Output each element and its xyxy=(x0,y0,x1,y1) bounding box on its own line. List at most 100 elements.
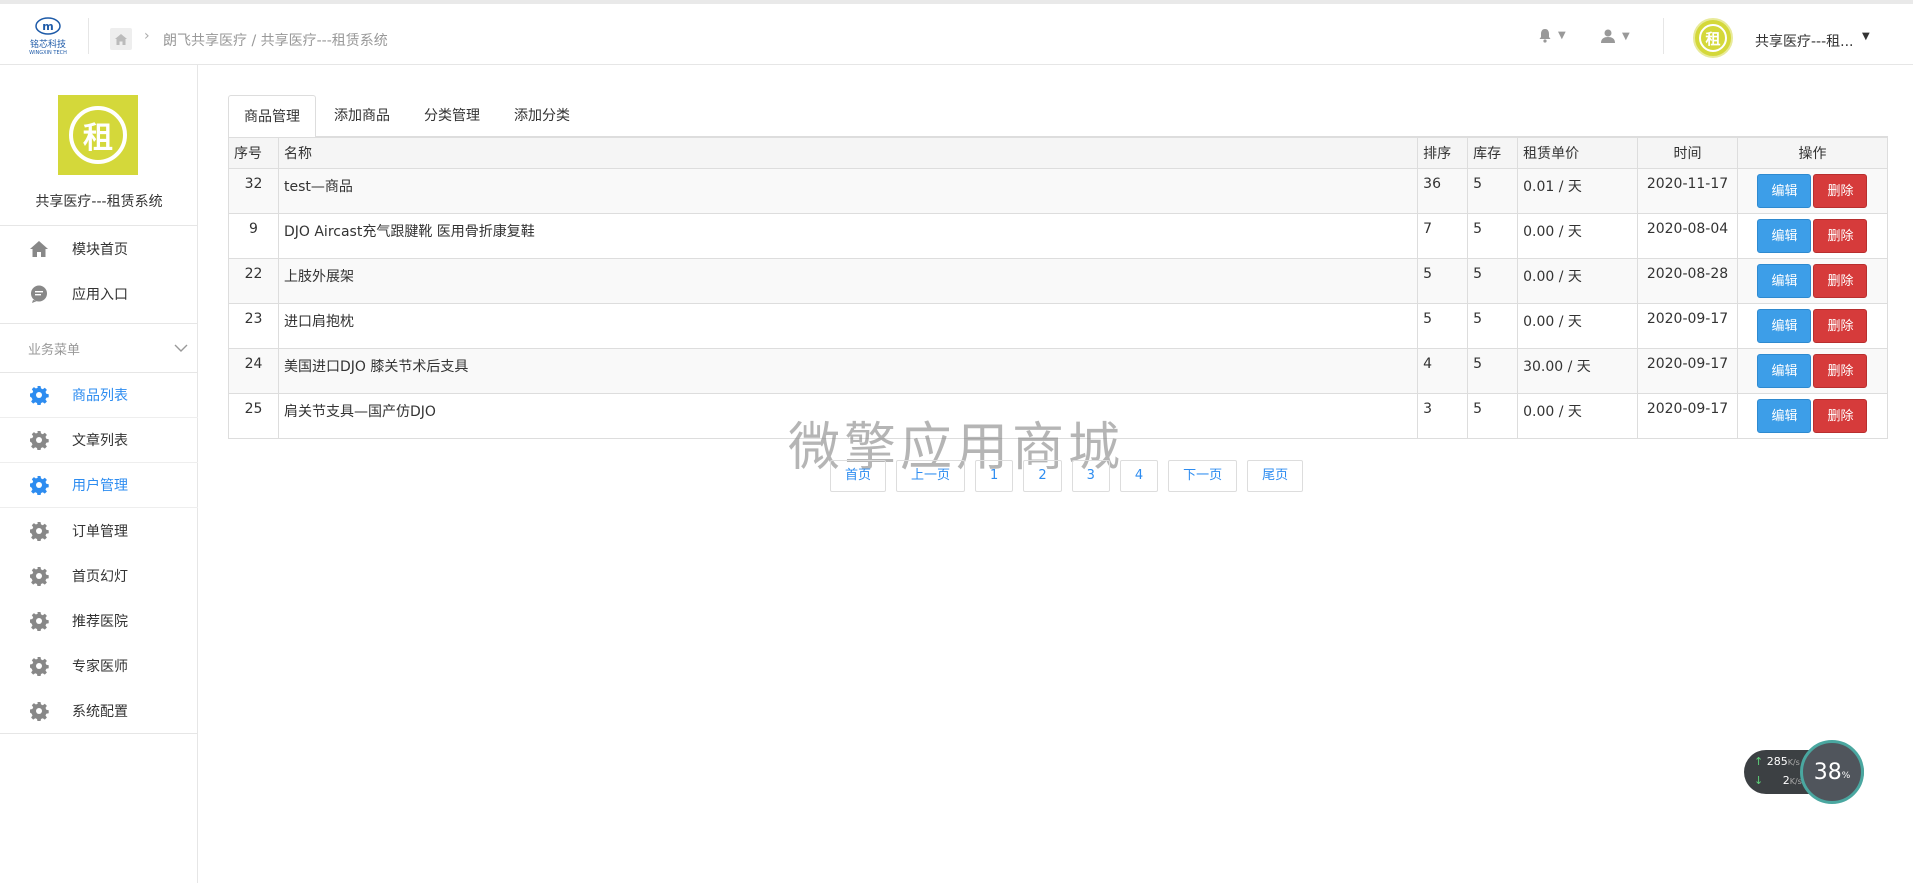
sidebar-item-doctors[interactable]: 专家医师 xyxy=(0,643,198,688)
cell-price: 0.00 / 天 xyxy=(1517,258,1639,304)
sidebar-title: 共享医疗---租赁系统 xyxy=(35,194,163,210)
sidebar-item-orders[interactable]: 订单管理 xyxy=(0,508,198,553)
edit-button[interactable]: 编辑 xyxy=(1757,399,1812,433)
page-prev[interactable]: 上一页 xyxy=(896,460,966,492)
page-last[interactable]: 尾页 xyxy=(1247,460,1304,492)
chevron-down-icon xyxy=(174,344,188,352)
gear-icon xyxy=(28,520,50,542)
account-name[interactable]: 共享医疗---租... xyxy=(1755,31,1854,51)
bell-icon xyxy=(1539,29,1551,43)
cell-stock: 5 xyxy=(1467,258,1519,304)
sidebar-item-module-home[interactable]: 模块首页 xyxy=(0,226,198,271)
logo-subtext: WINGXIN TECH xyxy=(29,50,67,56)
arrow-down-icon: ↓ xyxy=(1754,774,1764,787)
page-next[interactable]: 下一页 xyxy=(1168,460,1238,492)
cell-name: 美国进口DJO 膝关节术后支具 xyxy=(277,348,1419,394)
cell-price: 30.00 / 天 xyxy=(1517,348,1639,394)
tab-product-management[interactable]: 商品管理 xyxy=(228,95,316,138)
col-header-name: 名称 xyxy=(277,137,1419,169)
cell-actions: 编辑 删除 xyxy=(1736,348,1889,394)
table-row: 24 美国进口DJO 膝关节术后支具 4 5 30.00 / 天 2020-09… xyxy=(228,348,1889,394)
gear-icon xyxy=(28,655,50,677)
cell-price: 0.01 / 天 xyxy=(1517,168,1639,214)
table-row: 23 进口肩抱枕 5 5 0.00 / 天 2020-09-17 编辑 删除 xyxy=(228,303,1889,349)
page-first[interactable]: 首页 xyxy=(830,460,887,492)
sidebar-item-articles[interactable]: 文章列表 xyxy=(0,418,198,463)
sidebar-item-label: 推荐医院 xyxy=(72,613,128,630)
cell-time: 2020-08-28 xyxy=(1637,258,1738,304)
sidebar-business-group: 业务菜单 商品列表 文章列表 用户管理 订单管理 首页幻灯 推荐医院 专家医师 … xyxy=(0,323,198,734)
sidebar-item-label: 模块首页 xyxy=(72,241,128,258)
cell-actions: 编辑 删除 xyxy=(1736,258,1889,304)
sidebar-menu: 商品列表 文章列表 用户管理 订单管理 首页幻灯 推荐医院 专家医师 系统配置 xyxy=(0,373,198,733)
tab-add-category[interactable]: 添加分类 xyxy=(499,95,585,137)
table-row: 9 DJO Aircast充气跟腱靴 医用骨折康复鞋 7 5 0.00 / 天 … xyxy=(228,213,1889,259)
table-header-row: 序号 名称 排序 库存 租赁单价 时间 操作 xyxy=(228,137,1889,169)
tab-category-management[interactable]: 分类管理 xyxy=(409,95,495,137)
edit-button[interactable]: 编辑 xyxy=(1757,219,1812,253)
sidebar-item-label: 文章列表 xyxy=(72,433,128,449)
section-label: 业务菜单 xyxy=(28,342,81,358)
account-avatar[interactable]: 租 xyxy=(1693,18,1733,58)
page-2[interactable]: 2 xyxy=(1023,460,1062,492)
sidebar-item-slides[interactable]: 首页幻灯 xyxy=(0,553,198,598)
edit-button[interactable]: 编辑 xyxy=(1757,354,1812,388)
col-header-price: 租赁单价 xyxy=(1517,137,1639,169)
sidebar: 租 共享医疗---租赁系统 模块首页 应用入口 业务菜单 商品列表 文章列表 用… xyxy=(0,65,198,883)
caret-down-icon: ▼ xyxy=(1558,30,1566,41)
delete-button[interactable]: 删除 xyxy=(1813,219,1868,253)
user-icon xyxy=(1601,29,1615,43)
gear-icon xyxy=(28,700,50,722)
gear-icon xyxy=(28,429,50,451)
gear-icon xyxy=(28,565,50,587)
edit-button[interactable]: 编辑 xyxy=(1757,309,1812,343)
sidebar-item-users[interactable]: 用户管理 xyxy=(0,463,198,508)
caret-down-icon: ▼ xyxy=(1622,30,1630,42)
download-value: 2 xyxy=(1782,774,1790,787)
cell-time: 2020-09-17 xyxy=(1637,348,1738,394)
svg-text:m: m xyxy=(42,20,53,33)
edit-button[interactable]: 编辑 xyxy=(1757,174,1812,208)
cell-id: 25 xyxy=(228,393,279,439)
home-button[interactable] xyxy=(110,28,132,50)
cell-stock: 5 xyxy=(1467,303,1519,349)
cell-actions: 编辑 删除 xyxy=(1736,303,1889,349)
cell-stock: 5 xyxy=(1467,348,1519,394)
breadcrumb[interactable]: 朗飞共享医疗 / 共享医疗---租赁系统 xyxy=(163,30,388,50)
caret-down-icon[interactable]: ▼ xyxy=(1862,31,1870,42)
percent-sign: % xyxy=(1841,771,1851,781)
delete-button[interactable]: 删除 xyxy=(1813,399,1868,433)
table-row: 32 test—商品 36 5 0.01 / 天 2020-11-17 编辑 删除 xyxy=(228,168,1889,214)
notification-button[interactable]: ▼ xyxy=(1538,28,1566,43)
delete-button[interactable]: 删除 xyxy=(1813,174,1868,208)
cpu-gauge[interactable]: 38% xyxy=(1800,740,1864,804)
upload-speed: ↑ 285K/s xyxy=(1754,755,1800,768)
company-logo[interactable]: m 铭芯科技 WINGXIN TECH xyxy=(28,16,68,58)
delete-button[interactable]: 删除 xyxy=(1813,354,1868,388)
cell-sort: 4 xyxy=(1417,348,1469,394)
delete-button[interactable]: 删除 xyxy=(1813,264,1868,298)
sidebar-item-products[interactable]: 商品列表 xyxy=(0,373,198,418)
cell-price: 0.00 / 天 xyxy=(1517,393,1639,439)
sidebar-item-app-entry[interactable]: 应用入口 xyxy=(0,271,198,316)
sidebar-item-settings[interactable]: 系统配置 xyxy=(0,688,198,733)
user-menu-button[interactable]: ▼ xyxy=(1600,28,1630,44)
delete-button[interactable]: 删除 xyxy=(1813,309,1868,343)
cell-price: 0.00 / 天 xyxy=(1517,213,1639,259)
cell-id: 22 xyxy=(228,258,279,304)
sidebar-item-label: 首页幻灯 xyxy=(72,568,128,585)
arrow-up-icon: ↑ xyxy=(1754,755,1764,768)
edit-button[interactable]: 编辑 xyxy=(1757,264,1812,298)
pagination: 首页 上一页 1 2 3 4 下一页 尾页 xyxy=(830,460,1313,492)
sidebar-item-label: 专家医师 xyxy=(72,658,128,675)
download-speed: ↓ 2K/s xyxy=(1754,774,1802,787)
cell-name: test—商品 xyxy=(277,168,1419,214)
page-3[interactable]: 3 xyxy=(1071,460,1110,492)
page-4[interactable]: 4 xyxy=(1119,460,1159,492)
page-1[interactable]: 1 xyxy=(975,460,1014,492)
cell-sort: 36 xyxy=(1417,168,1469,214)
sidebar-item-hospitals[interactable]: 推荐医院 xyxy=(0,598,198,643)
tab-add-product[interactable]: 添加商品 xyxy=(319,95,405,137)
cell-id: 32 xyxy=(228,168,279,214)
sidebar-section-header[interactable]: 业务菜单 xyxy=(0,323,198,373)
